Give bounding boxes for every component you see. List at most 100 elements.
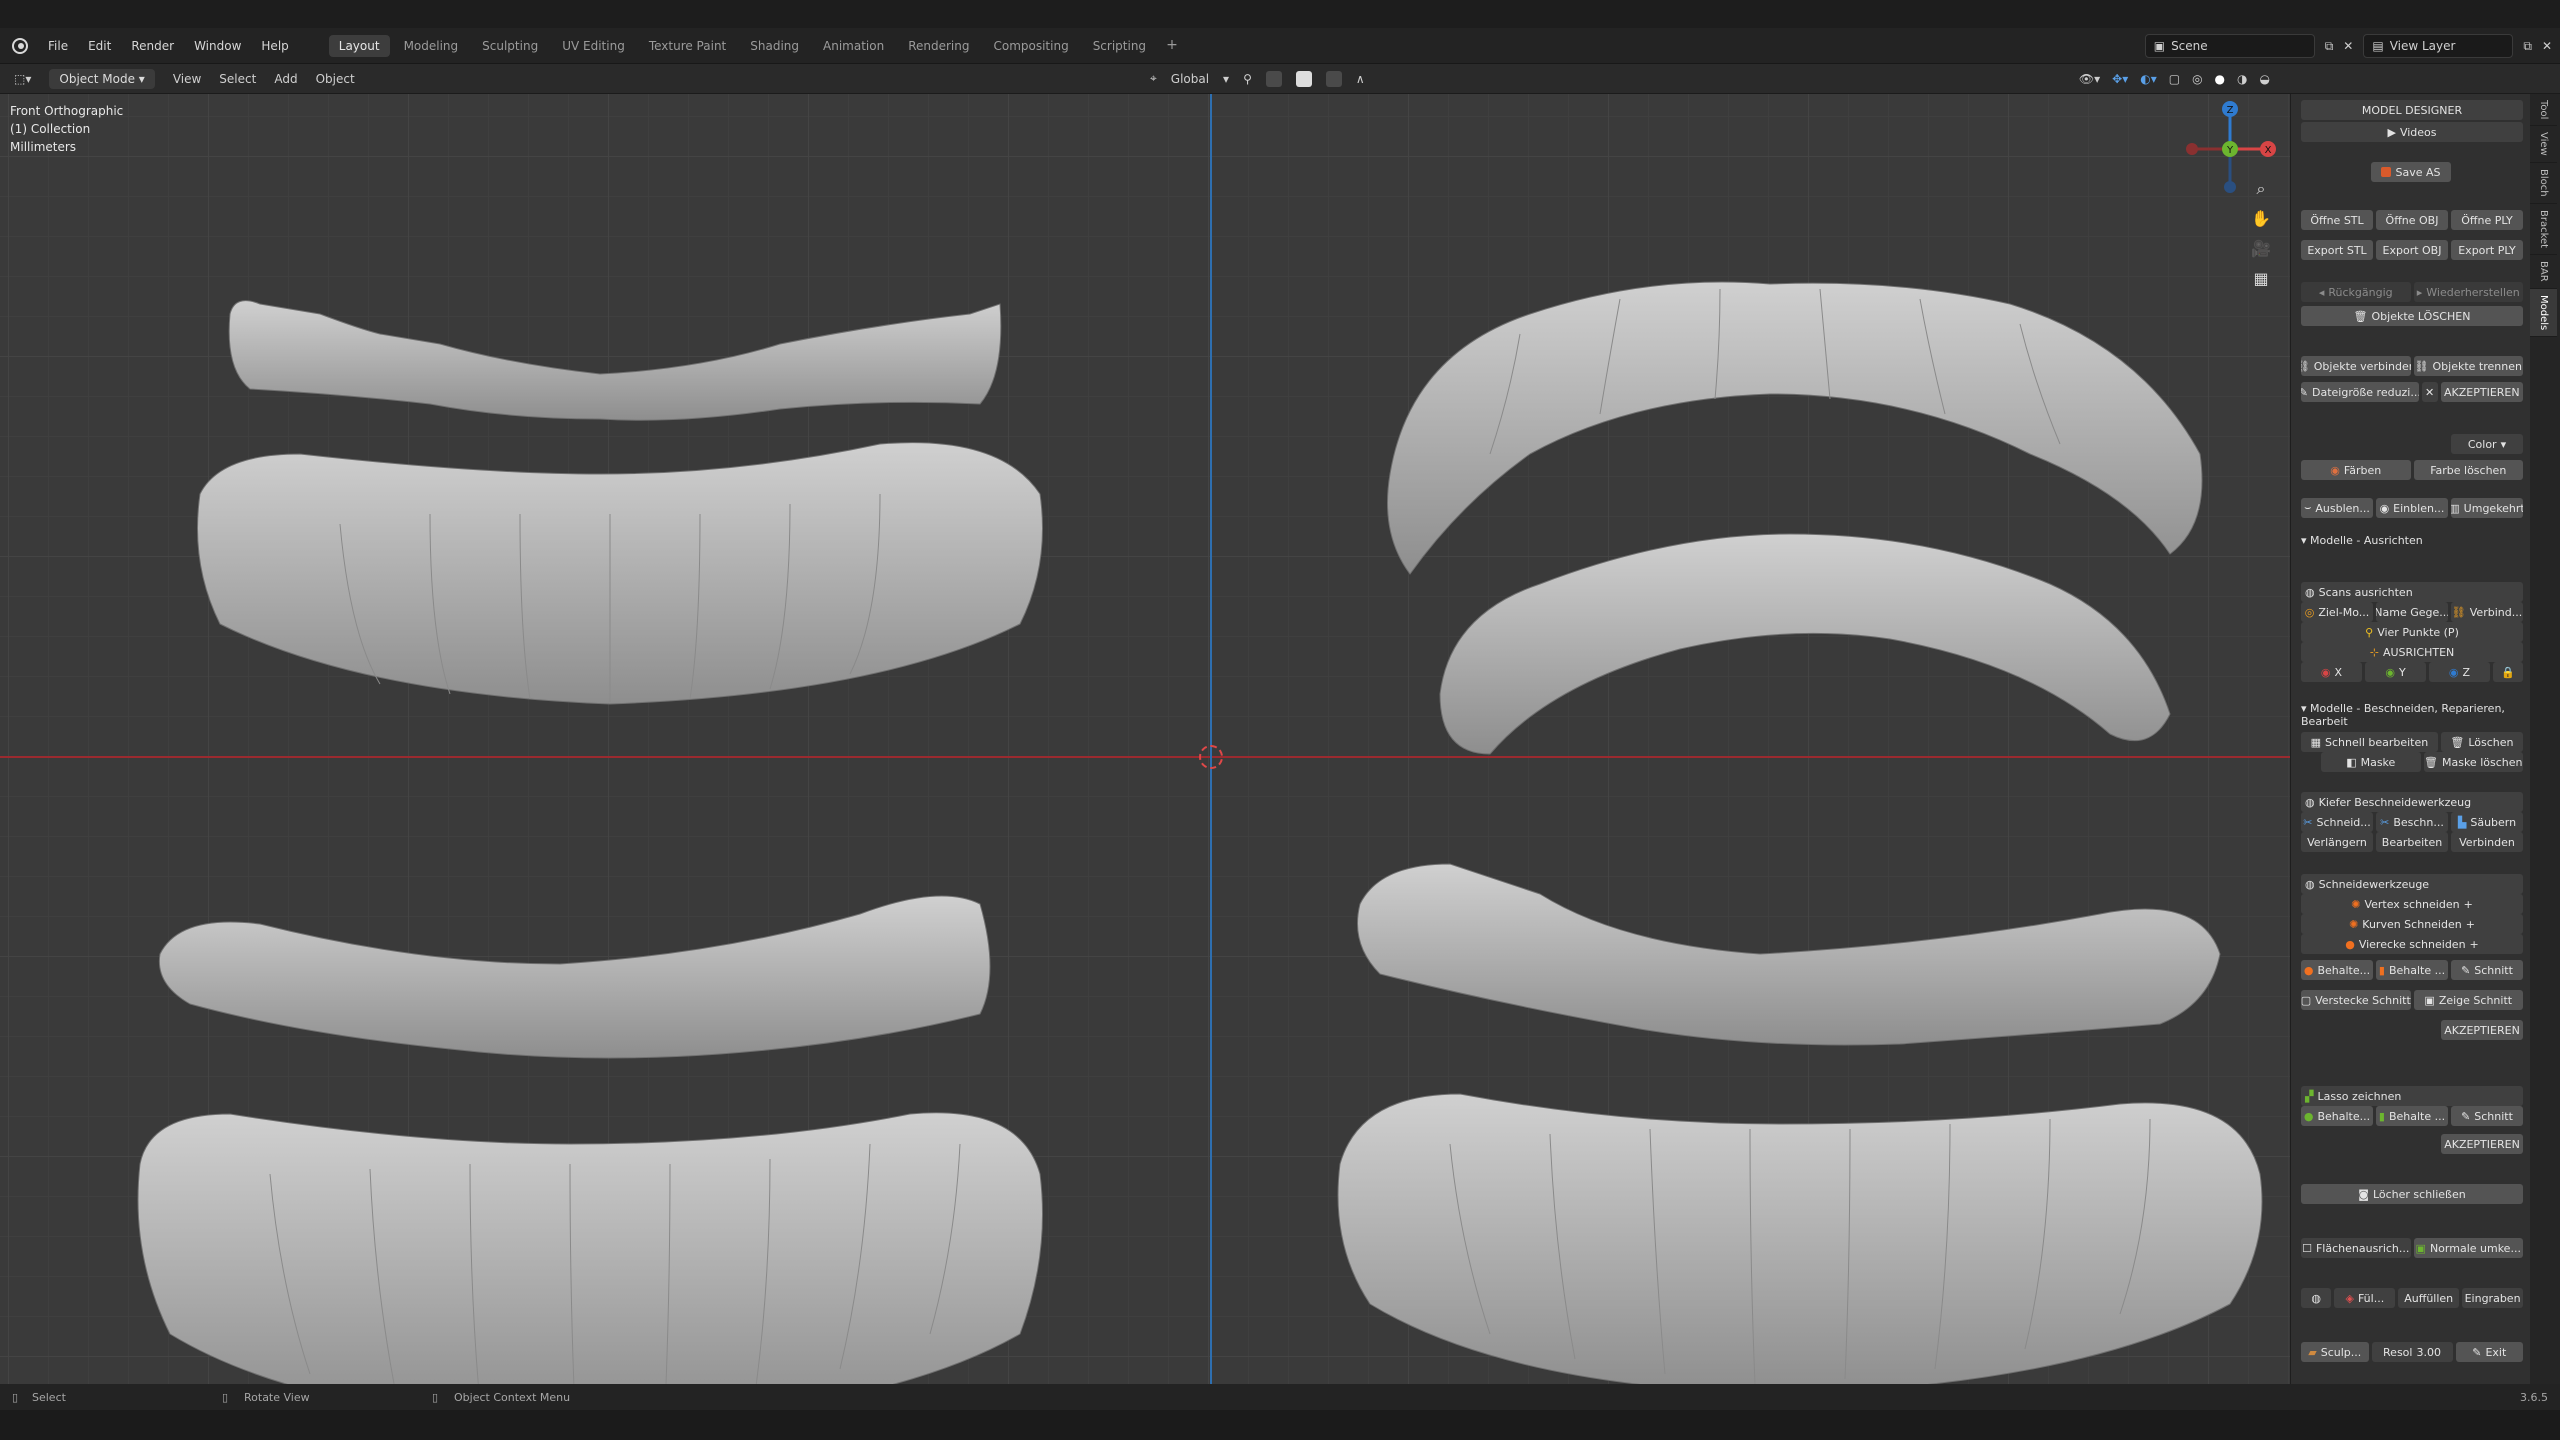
menu-view[interactable]: View xyxy=(173,72,201,86)
camera-icon[interactable]: 🎥 xyxy=(2250,238,2272,260)
visibility-icon[interactable]: 👁▾ xyxy=(2079,72,2100,86)
curve-cut-button[interactable]: ✺ Kurven Schneiden + xyxy=(2301,914,2523,934)
target-model-field[interactable]: ◎ Ziel-Mo... xyxy=(2301,602,2373,622)
vertex-cut-button[interactable]: ✺ Vertex schneiden + xyxy=(2301,894,2523,914)
four-points-button[interactable]: ⚲ Vier Punkte (P) xyxy=(2301,622,2523,642)
sidebar-tab-bracket[interactable]: Bracket xyxy=(2530,204,2557,255)
cut-tools-header[interactable]: ◍ Schneidewerkzeuge xyxy=(2301,874,2523,894)
mask-button[interactable]: ◧ Maske xyxy=(2321,752,2421,772)
face-align-checkbox[interactable]: ☐ Flächenausrich... xyxy=(2301,1238,2411,1258)
align-scans-header[interactable]: ◍ Scans ausrichten xyxy=(2301,582,2523,602)
delete-button[interactable]: 🗑 Löschen xyxy=(2440,732,2523,752)
sidebar-tab-models[interactable]: Models xyxy=(2530,288,2557,337)
tab-rendering[interactable]: Rendering xyxy=(898,35,979,57)
menu-window[interactable]: Window xyxy=(194,39,241,53)
close-icon[interactable]: ✕ xyxy=(2421,382,2438,402)
tab-layout[interactable]: Layout xyxy=(328,34,390,57)
sidebar-tab-bloch[interactable]: Bloch xyxy=(2530,163,2557,204)
tab-compositing[interactable]: Compositing xyxy=(983,35,1078,57)
gizmo-toggle-icon[interactable]: ✥▾ xyxy=(2112,72,2128,86)
export-obj-button[interactable]: Export OBJ xyxy=(2376,240,2448,260)
orientation-dropdown[interactable]: Global xyxy=(1171,72,1209,86)
save-as-button[interactable]: Save AS xyxy=(2371,162,2451,182)
pivot-icon[interactable]: ⚲ xyxy=(1243,72,1252,86)
lock-icon[interactable]: 🔒 xyxy=(2493,662,2523,682)
tab-shading[interactable]: Shading xyxy=(740,35,809,57)
zoom-icon[interactable]: ⌕ xyxy=(2250,178,2272,200)
tab-sculpting[interactable]: Sculpting xyxy=(472,35,548,57)
hide-button[interactable]: ⌣ Ausblen... xyxy=(2301,498,2373,518)
jaw-cut-tool-header[interactable]: ◍ Kiefer Beschneidewerkzeug xyxy=(2301,792,2523,812)
proportional-edit-icon[interactable] xyxy=(1325,70,1342,87)
axis-z-button[interactable]: ◉ Z xyxy=(2429,662,2490,682)
menu-render[interactable]: Render xyxy=(131,39,174,53)
redo-button[interactable]: ▸ Wiederherstellen xyxy=(2413,282,2523,302)
scene-field[interactable]: ▣ Scene xyxy=(2144,34,2315,58)
sidebar-tab-view[interactable]: View xyxy=(2530,126,2557,164)
xray-icon[interactable]: ▢ xyxy=(2169,72,2180,86)
delete-objects-button[interactable]: 🗑 Objekte LÖSCHEN xyxy=(2301,306,2523,326)
align-button[interactable]: ⊹ AUSRICHTEN xyxy=(2301,642,2523,662)
accept-reduce-button[interactable]: AKZEPTIEREN xyxy=(2440,382,2523,402)
new-view-layer-icon[interactable]: ⧉ xyxy=(2523,39,2532,54)
engrave-button[interactable]: Eingraben xyxy=(2462,1288,2523,1308)
keep-a-button[interactable]: ● Behalte... xyxy=(2301,960,2373,980)
delete-view-layer-icon[interactable]: ✕ xyxy=(2542,39,2552,53)
mode-dropdown[interactable]: Object Mode ▾ xyxy=(49,68,155,89)
overlay-toggle-icon[interactable]: ◐▾ xyxy=(2140,72,2157,86)
extend-button[interactable]: Verlängern xyxy=(2301,832,2373,852)
menu-object[interactable]: Object xyxy=(316,72,355,86)
tab-uv-editing[interactable]: UV Editing xyxy=(552,35,635,57)
shading-material-icon[interactable]: ◑ xyxy=(2237,72,2247,86)
close-holes-button[interactable]: ◙ Löcher schließen xyxy=(2301,1184,2523,1204)
sidebar-tab-tool[interactable]: Tool xyxy=(2530,94,2557,127)
counterpart-field[interactable]: Name Gege... xyxy=(2376,602,2448,622)
lasso-header[interactable]: ▞ Lasso zeichnen xyxy=(2301,1086,2523,1106)
keep-b-button[interactable]: ▮ Behalte ... xyxy=(2376,960,2448,980)
menu-add[interactable]: Add xyxy=(274,72,297,86)
show-button[interactable]: ◉ Einblen... xyxy=(2376,498,2448,518)
dental-model-bottom-left[interactable] xyxy=(120,814,1080,1384)
export-stl-button[interactable]: Export STL xyxy=(2301,240,2373,260)
paint-button[interactable]: ◉ Färben xyxy=(2301,460,2411,480)
invert-button[interactable]: ▥ Umgekehrt xyxy=(2451,498,2523,518)
keep-c-button[interactable]: ● Behalte... xyxy=(2301,1106,2373,1126)
sculpt-button[interactable]: ▰ Sculp... xyxy=(2301,1342,2369,1362)
tab-animation[interactable]: Animation xyxy=(813,35,894,57)
fill-up-button[interactable]: Auffüllen xyxy=(2398,1288,2460,1308)
menu-file[interactable]: File xyxy=(48,39,68,53)
dental-model-top-right[interactable] xyxy=(1370,194,2230,774)
lasso-cut-button[interactable]: ✎ Schnitt xyxy=(2451,1106,2523,1126)
cut-b-button[interactable]: ✂ Beschn... xyxy=(2376,812,2448,832)
menu-edit[interactable]: Edit xyxy=(88,39,111,53)
undo-button[interactable]: ◂ Rückgängig xyxy=(2301,282,2411,302)
blender-logo-icon[interactable] xyxy=(12,37,28,54)
flip-normals-button[interactable]: ▣ Normale umke... xyxy=(2413,1238,2523,1258)
exit-button[interactable]: ✎ Exit xyxy=(2455,1342,2523,1362)
snap-icon[interactable] xyxy=(1265,70,1282,87)
falloff-icon[interactable]: ∧ xyxy=(1356,72,1365,86)
3d-cursor-icon[interactable] xyxy=(1199,745,1223,769)
editor-type-icon[interactable]: ⬚▾ xyxy=(14,72,31,86)
join-objects-button[interactable]: ⛓ Objekte verbinden xyxy=(2301,356,2411,376)
clear-color-button[interactable]: Farbe löschen xyxy=(2413,460,2523,480)
menu-help[interactable]: Help xyxy=(261,39,288,53)
add-workspace-icon[interactable]: + xyxy=(1160,35,1184,57)
connect-button[interactable]: ⛓ Verbind... xyxy=(2451,602,2523,622)
menu-select[interactable]: Select xyxy=(219,72,256,86)
keep-d-button[interactable]: ▮ Behalte ... xyxy=(2376,1106,2448,1126)
chevron-down-icon[interactable]: ▾ xyxy=(1223,72,1229,86)
open-obj-button[interactable]: Öffne OBJ xyxy=(2376,210,2448,230)
delete-scene-icon[interactable]: ✕ xyxy=(2343,39,2353,53)
accept-lasso-button[interactable]: AKZEPTIEREN xyxy=(2441,1134,2523,1154)
hide-cut-button[interactable]: ▢ Verstecke Schnitt xyxy=(2301,990,2411,1010)
shading-rendered-icon[interactable]: ◒ xyxy=(2260,72,2270,86)
3d-viewport[interactable]: Front Orthographic (1) Collection Millim… xyxy=(0,94,2290,1384)
edit-button[interactable]: Bearbeiten xyxy=(2376,832,2448,852)
fill-button[interactable]: ◈ Fül... xyxy=(2334,1288,2396,1308)
reduce-size-button[interactable]: ✎ Dateigröße reduzi... xyxy=(2301,382,2419,402)
snap-target-icon[interactable] xyxy=(1295,70,1312,87)
tab-modeling[interactable]: Modeling xyxy=(394,35,469,57)
open-ply-button[interactable]: Öffne PLY xyxy=(2451,210,2523,230)
globe-button[interactable]: ◍ xyxy=(2301,1288,2332,1308)
